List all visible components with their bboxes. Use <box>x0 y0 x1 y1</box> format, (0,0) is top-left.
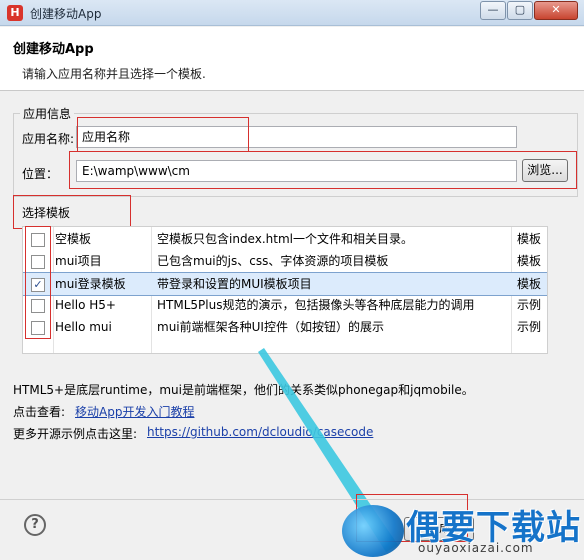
watermark-url: ouyaoxiazai.com <box>418 541 534 555</box>
watermark-logo-icon <box>342 505 404 557</box>
annotation-arrow <box>258 348 398 552</box>
help-icon[interactable]: ? <box>24 514 46 536</box>
